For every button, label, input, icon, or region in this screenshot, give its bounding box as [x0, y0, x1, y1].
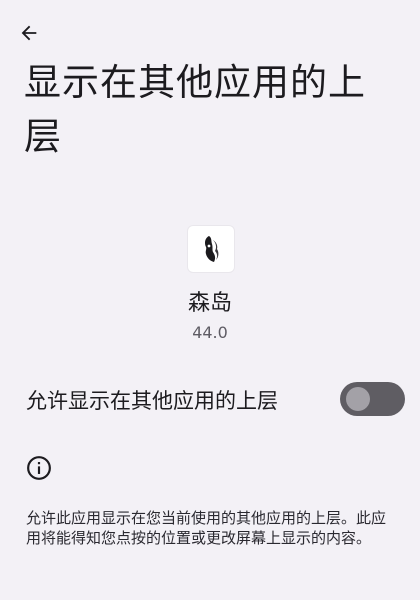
permission-toggle-label: 允许显示在其他应用的上层 [26, 389, 278, 413]
permission-toggle-row[interactable]: 允许显示在其他应用的上层 [0, 374, 420, 426]
switch-thumb [346, 387, 370, 411]
permission-description: 允许此应用显示在您当前使用的其他应用的上层。此应用将能得知您点按的位置或更改屏幕… [26, 509, 387, 547]
arrow-back-icon [21, 25, 37, 41]
back-button[interactable] [10, 14, 48, 52]
app-overlay-permission-screen: 显示在其他应用的上层 森岛 44.0 允许显示在其他应用的上层 允许此应用显示在… [0, 0, 420, 600]
app-version: 44.0 [192, 323, 228, 342]
app-icon [188, 226, 234, 272]
info-icon [27, 456, 51, 480]
app-name: 森岛 [187, 291, 232, 316]
permission-switch[interactable] [340, 382, 405, 416]
page-title: 显示在其他应用的上层 [24, 61, 366, 158]
app-logo-icon [205, 236, 219, 262]
